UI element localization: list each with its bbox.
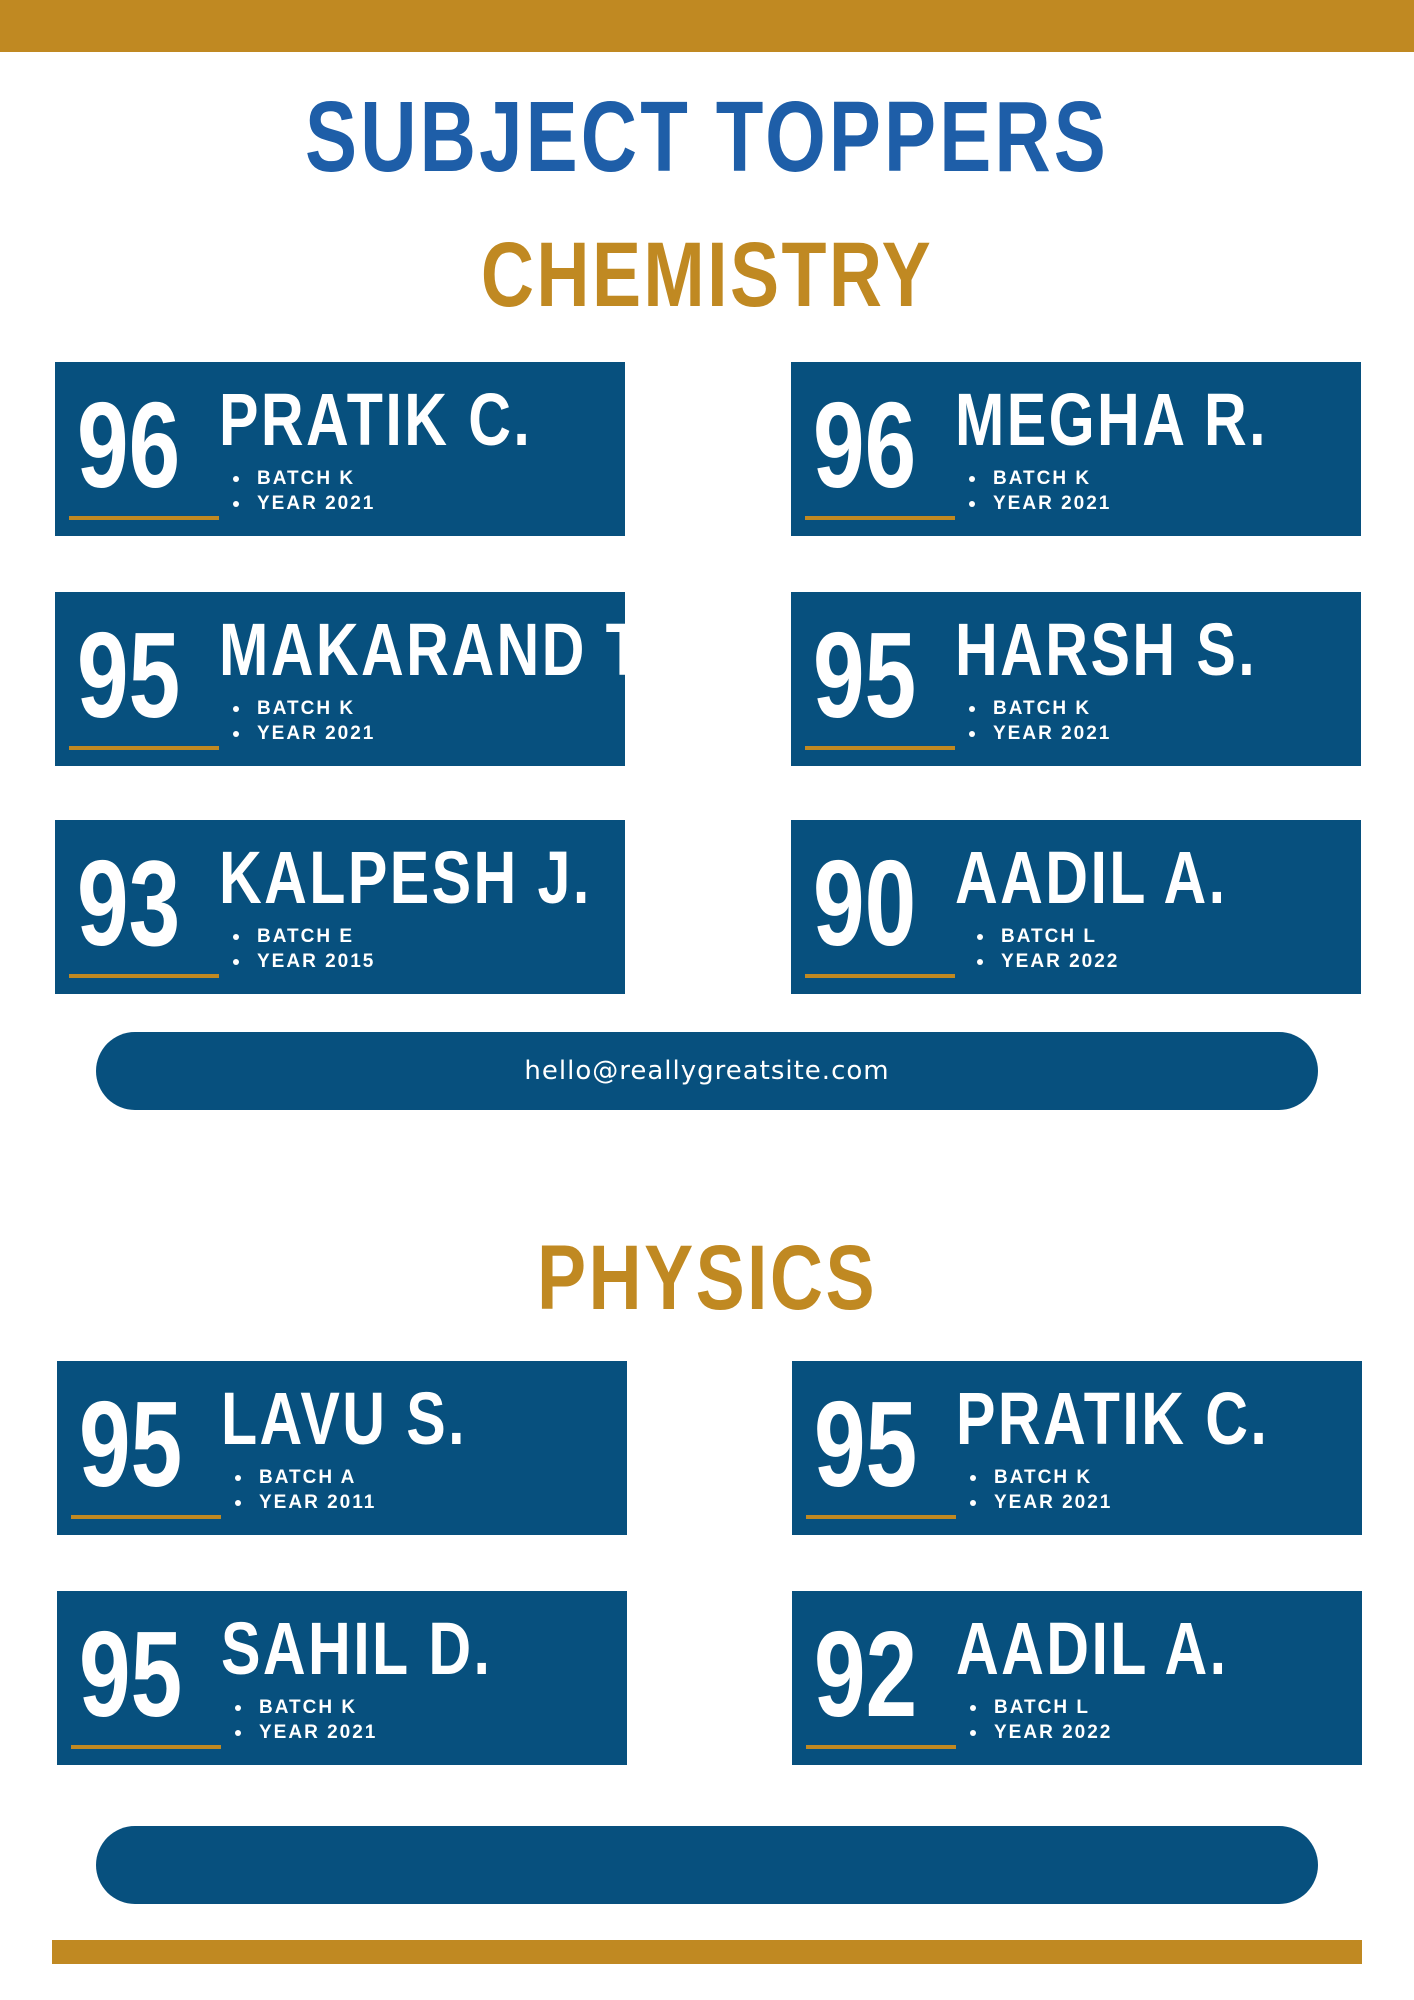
topper-name: MAKARAND T. (219, 608, 657, 691)
topper-card: 95 SAHIL D. BATCH K YEAR 2021 (57, 1591, 627, 1765)
topper-year: YEAR 2021 (969, 721, 1111, 746)
topper-details: BATCH K YEAR 2021 (969, 696, 1111, 746)
score-underline (69, 746, 219, 750)
topper-batch: BATCH A (235, 1465, 376, 1490)
topper-batch: BATCH L (977, 924, 1119, 949)
topper-card: 90 AADIL A. BATCH L YEAR 2022 (791, 820, 1361, 994)
topper-score: 95 (813, 607, 917, 743)
footer-pill (96, 1826, 1318, 1904)
topper-details: BATCH K YEAR 2021 (233, 696, 375, 746)
topper-year: YEAR 2021 (969, 491, 1111, 516)
score-underline (71, 1745, 221, 1749)
topper-score: 95 (79, 1606, 183, 1742)
topper-details: BATCH K YEAR 2021 (969, 466, 1111, 516)
topper-name: PRATIK C. (219, 378, 533, 461)
topper-batch: BATCH K (233, 696, 375, 721)
topper-card: 96 PRATIK C. BATCH K YEAR 2021 (55, 362, 625, 536)
topper-year: YEAR 2011 (235, 1490, 376, 1515)
score-underline (69, 974, 219, 978)
topper-details: BATCH L YEAR 2022 (977, 924, 1119, 974)
topper-card: 95 LAVU S. BATCH A YEAR 2011 (57, 1361, 627, 1535)
contact-pill: hello@reallygreatsite.com (96, 1032, 1318, 1110)
topper-year: YEAR 2022 (970, 1720, 1112, 1745)
page-title: SUBJECT TOPPERS (305, 81, 1109, 193)
section-title-physics: PHYSICS (537, 1227, 877, 1329)
topper-card: 96 MEGHA R. BATCH K YEAR 2021 (791, 362, 1361, 536)
topper-name: SAHIL D. (221, 1607, 493, 1690)
topper-details: BATCH E YEAR 2015 (233, 924, 375, 974)
topper-batch: BATCH K (969, 696, 1111, 721)
topper-card: 93 KALPESH J. BATCH E YEAR 2015 (55, 820, 625, 994)
topper-details: BATCH K YEAR 2021 (235, 1695, 377, 1745)
topper-score: 95 (79, 1376, 183, 1512)
topper-score: 95 (814, 1376, 918, 1512)
topper-name: PRATIK C. (956, 1377, 1270, 1460)
topper-year: YEAR 2021 (233, 491, 375, 516)
topper-year: YEAR 2021 (970, 1490, 1112, 1515)
topper-card: 95 PRATIK C. BATCH K YEAR 2021 (792, 1361, 1362, 1535)
topper-year: YEAR 2021 (233, 721, 375, 746)
topper-batch: BATCH K (233, 466, 375, 491)
topper-year: YEAR 2015 (233, 949, 375, 974)
topper-name: HARSH S. (955, 608, 1258, 691)
topper-details: BATCH A YEAR 2011 (235, 1465, 376, 1515)
topper-batch: BATCH K (969, 466, 1111, 491)
topper-batch: BATCH E (233, 924, 375, 949)
topper-score: 90 (813, 835, 917, 971)
score-underline (69, 516, 219, 520)
topper-name: AADIL A. (955, 836, 1228, 919)
score-underline (805, 516, 955, 520)
topper-name: AADIL A. (956, 1607, 1229, 1690)
topper-details: BATCH K YEAR 2021 (970, 1465, 1112, 1515)
score-underline (806, 1515, 956, 1519)
topper-details: BATCH L YEAR 2022 (970, 1695, 1112, 1745)
topper-batch: BATCH L (970, 1695, 1112, 1720)
topper-name: LAVU S. (221, 1377, 467, 1460)
topper-batch: BATCH K (235, 1695, 377, 1720)
topper-details: BATCH K YEAR 2021 (233, 466, 375, 516)
score-underline (806, 1745, 956, 1749)
topper-name: MEGHA R. (955, 378, 1269, 461)
top-accent-bar (0, 0, 1414, 52)
topper-year: YEAR 2022 (977, 949, 1119, 974)
bottom-accent-bar (52, 1940, 1362, 1964)
topper-year: YEAR 2021 (235, 1720, 377, 1745)
score-underline (71, 1515, 221, 1519)
score-underline (805, 746, 955, 750)
score-underline (805, 974, 955, 978)
topper-name: KALPESH J. (219, 836, 592, 919)
topper-card: 95 HARSH S. BATCH K YEAR 2021 (791, 592, 1361, 766)
topper-score: 95 (77, 607, 181, 743)
topper-card: 92 AADIL A. BATCH L YEAR 2022 (792, 1591, 1362, 1765)
topper-score: 93 (77, 835, 181, 971)
topper-batch: BATCH K (970, 1465, 1112, 1490)
topper-score: 96 (77, 377, 181, 513)
topper-score: 96 (813, 377, 917, 513)
topper-card: 95 MAKARAND T. BATCH K YEAR 2021 (55, 592, 654, 766)
topper-score: 92 (814, 1606, 918, 1742)
contact-email[interactable]: hello@reallygreatsite.com (524, 1056, 889, 1086)
section-title-chemistry: CHEMISTRY (480, 224, 934, 326)
